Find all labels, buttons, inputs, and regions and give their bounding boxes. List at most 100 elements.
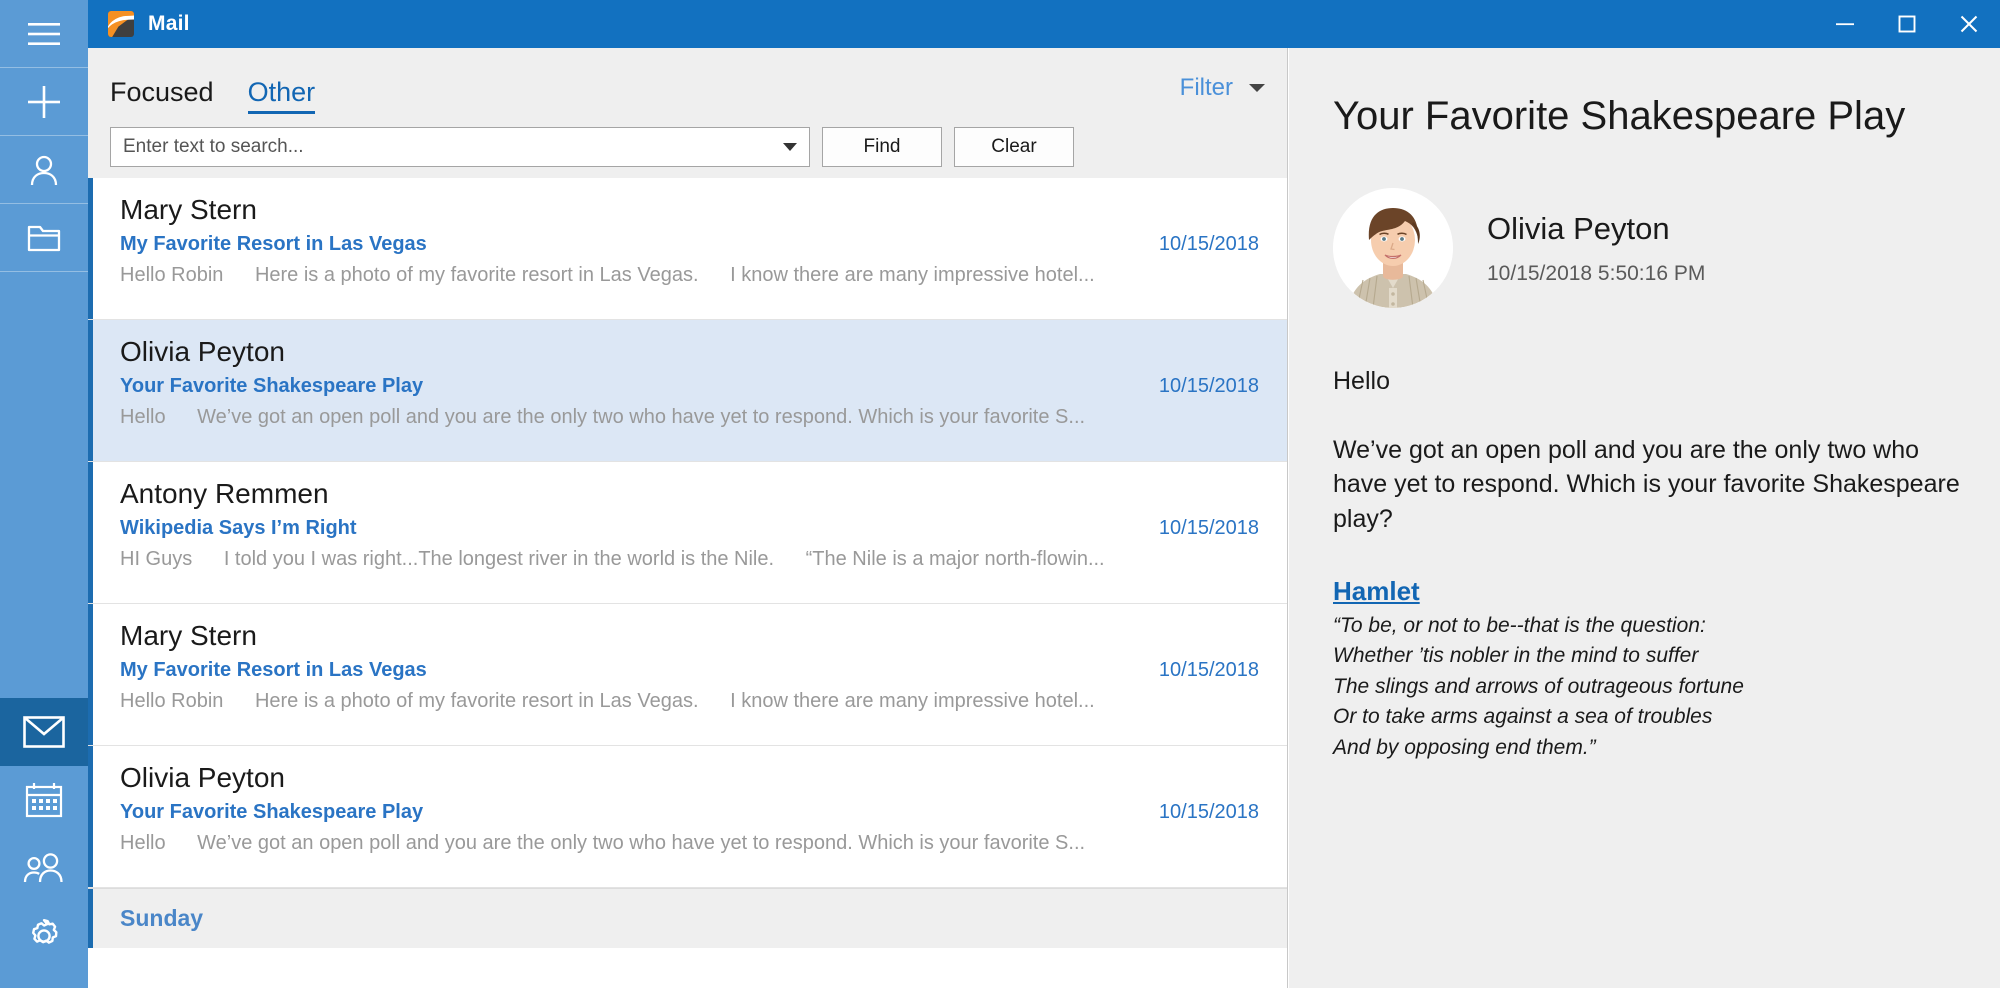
tab-focused[interactable]: Focused xyxy=(110,77,214,116)
message-sender: Antony Remmen xyxy=(120,478,329,509)
message-sender: Olivia Peyton xyxy=(120,762,285,793)
hamlet-quote: “To be, or not to be--that is the questi… xyxy=(1333,611,1960,763)
message-subject-line: My Favorite Resort in Las Vegas 10/15/20… xyxy=(120,659,1259,682)
message-body: Hello We’ve got an open poll and you are… xyxy=(1333,364,1960,763)
minimize-icon xyxy=(1836,23,1854,26)
table-row[interactable]: Olivia Peyton Your Favorite Shakespeare … xyxy=(88,746,1287,888)
message-preview-part2: I told you I was right...The longest riv… xyxy=(223,548,775,570)
message-preview: Hello Robin Here is a photo of my favori… xyxy=(120,264,1259,287)
message-preview-part3: “The Nile is a major north-flowin... xyxy=(805,548,1105,570)
person-icon xyxy=(30,155,58,186)
people-icon xyxy=(23,853,63,883)
message-preview-part3: I know there are many impressive hotel..… xyxy=(730,690,1095,712)
title-bar: Mail xyxy=(88,0,2000,48)
message-preview: HI Guys I told you I was right...The lon… xyxy=(120,548,1259,571)
message-preview-part1: HI Guys xyxy=(120,548,193,570)
sidebar-item-mail[interactable] xyxy=(0,698,88,766)
message-subject-line: Your Favorite Shakespeare Play 10/15/201… xyxy=(120,375,1259,398)
search-bar: Find Clear xyxy=(88,116,1287,178)
account-button[interactable] xyxy=(0,136,88,204)
message-date: 10/15/2018 xyxy=(1158,375,1259,397)
table-row[interactable]: Olivia Peyton Your Favorite Shakespeare … xyxy=(88,320,1287,462)
app-title: Mail xyxy=(148,12,190,35)
message-sender: Olivia Peyton xyxy=(120,336,285,367)
filter-dropdown[interactable]: Filter xyxy=(1180,74,1265,116)
message-date: 10/15/2018 xyxy=(1158,233,1259,255)
reading-pane: Your Favorite Shakespeare Play Olivia Pe… xyxy=(1289,48,2000,988)
quote-line: Or to take arms against a sea of trouble… xyxy=(1333,705,1713,729)
mail-app-logo-icon xyxy=(108,11,134,37)
message-date: 10/15/2018 xyxy=(1158,801,1259,823)
message-timestamp: 10/15/2018 5:50:16 PM xyxy=(1487,261,1706,285)
navigation-rail xyxy=(0,0,88,988)
quote-line: Whether ’tis nobler in the mind to suffe… xyxy=(1333,644,1699,668)
envelope-icon xyxy=(23,716,65,748)
hamburger-menu-button[interactable] xyxy=(0,0,88,68)
close-icon xyxy=(1960,15,1978,33)
quote-line: The slings and arrows of outrageous fort… xyxy=(1333,674,1744,698)
find-button[interactable]: Find xyxy=(822,127,942,167)
sidebar-item-calendar[interactable] xyxy=(0,766,88,834)
sidebar-item-settings[interactable] xyxy=(0,902,88,970)
message-preview-part1: Hello Robin xyxy=(120,690,224,712)
filter-label: Filter xyxy=(1179,74,1233,101)
message-preview-part1: Hello Robin xyxy=(120,264,224,286)
message-preview-part2: Here is a photo of my favorite resort in… xyxy=(254,690,699,712)
gear-icon xyxy=(32,919,58,944)
message-preview: Hello We’ve got an open poll and you are… xyxy=(120,832,1259,855)
message-date: 10/15/2018 xyxy=(1158,659,1259,681)
day-group-header[interactable]: Sunday xyxy=(88,888,1287,948)
table-row[interactable]: Mary Stern My Favorite Resort in Las Veg… xyxy=(88,604,1287,746)
calendar-icon xyxy=(25,783,63,818)
message-subject-line: Your Favorite Shakespeare Play 10/15/201… xyxy=(120,801,1259,824)
message-preview: Hello We’ve got an open poll and you are… xyxy=(120,406,1259,429)
message-subject-line: My Favorite Resort in Las Vegas 10/15/20… xyxy=(120,233,1259,256)
plus-icon xyxy=(28,86,60,118)
search-combobox[interactable] xyxy=(110,127,810,167)
message-paragraph: We’ve got an open poll and you are the o… xyxy=(1333,435,1960,533)
table-row[interactable]: Mary Stern My Favorite Resort in Las Veg… xyxy=(88,178,1287,320)
message-subject: My Favorite Resort in Las Vegas xyxy=(120,659,427,681)
chevron-down-icon[interactable] xyxy=(783,143,797,151)
sender-text-block: Olivia Peyton 10/15/2018 5:50:16 PM xyxy=(1487,210,1705,285)
message-list-scroll[interactable]: Mary Stern My Favorite Resort in Las Veg… xyxy=(88,178,1287,988)
tab-other[interactable]: Other xyxy=(247,77,315,116)
sidebar-item-people[interactable] xyxy=(0,834,88,902)
message-preview-part1: Hello xyxy=(120,406,166,428)
message-preview-part2: We’ve got an open poll and you are the o… xyxy=(197,832,1086,854)
message-preview-part3: I know there are many impressive hotel..… xyxy=(730,264,1095,286)
message-sender: Mary Stern xyxy=(120,620,257,651)
message-date: 10/15/2018 xyxy=(1158,517,1259,539)
contact-photo-icon xyxy=(1333,188,1453,308)
table-row[interactable]: Antony Remmen Wikipedia Says I’m Right 1… xyxy=(88,462,1287,604)
message-subject-line: Wikipedia Says I’m Right 10/15/2018 xyxy=(120,517,1259,540)
message-preview-part2: We’ve got an open poll and you are the o… xyxy=(197,406,1086,428)
window-controls xyxy=(1814,0,2000,48)
chevron-down-icon xyxy=(1249,84,1265,92)
maximize-button[interactable] xyxy=(1876,0,1938,48)
folder-icon xyxy=(27,225,61,252)
folders-button[interactable] xyxy=(0,204,88,272)
minimize-button[interactable] xyxy=(1814,0,1876,48)
list-header: Focused Other Filter xyxy=(88,48,1287,116)
message-subject: Wikipedia Says I’m Right xyxy=(120,517,357,539)
sender-name: Olivia Peyton xyxy=(1487,211,1670,247)
message-preview: Hello Robin Here is a photo of my favori… xyxy=(120,690,1259,713)
page-title: Your Favorite Shakespeare Play xyxy=(1333,94,1906,138)
message-sender: Mary Stern xyxy=(120,194,257,225)
search-input[interactable] xyxy=(111,128,809,166)
sender-info-row: Olivia Peyton 10/15/2018 5:50:16 PM xyxy=(1333,188,1960,308)
clear-button[interactable]: Clear xyxy=(954,127,1074,167)
hamlet-link[interactable]: Hamlet xyxy=(1333,576,1420,607)
new-mail-button[interactable] xyxy=(0,68,88,136)
message-subject: My Favorite Resort in Las Vegas xyxy=(120,233,427,255)
quote-line: And by opposing end them.” xyxy=(1333,735,1596,759)
message-subject: Your Favorite Shakespeare Play xyxy=(120,375,424,397)
close-button[interactable] xyxy=(1938,0,2000,48)
maximize-icon xyxy=(1898,15,1916,33)
message-preview-part1: Hello xyxy=(120,832,166,854)
message-greeting: Hello xyxy=(1333,367,1390,395)
message-preview-part2: Here is a photo of my favorite resort in… xyxy=(254,264,699,286)
quote-line: “To be, or not to be--that is the questi… xyxy=(1333,614,1706,637)
avatar xyxy=(1333,188,1453,308)
